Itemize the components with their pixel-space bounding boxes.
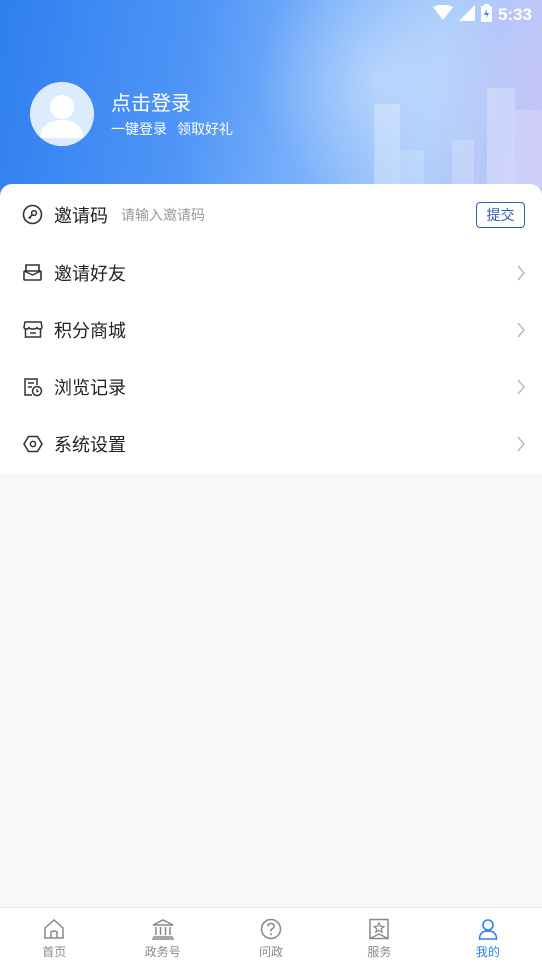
battery-icon	[480, 4, 492, 26]
menu-item-label: 邀请好友	[54, 263, 126, 285]
tab-home[interactable]: 首页	[0, 908, 108, 962]
chevron-right-icon	[516, 322, 526, 338]
status-icons: 5:33	[432, 4, 532, 26]
menu-item-points-mall[interactable]: 积分商城	[0, 301, 542, 358]
profile-header: 5:33 点击登录 一键登录 领取好礼	[0, 0, 542, 205]
settings-icon	[22, 433, 43, 454]
login-title[interactable]: 点击登录	[111, 87, 191, 116]
tab-label: 政务号	[144, 945, 181, 959]
tab-inquiry[interactable]: 问政	[217, 908, 325, 962]
menu-card: 邀请码 请输入邀请码 提交 邀请好友 积分商城 浏览记录 系统设置	[0, 184, 542, 474]
submit-button[interactable]: 提交	[476, 201, 525, 228]
history-icon	[22, 376, 43, 397]
login-sub-gift: 领取好礼	[177, 122, 233, 138]
menu-item-label: 系统设置	[54, 434, 126, 456]
chevron-right-icon	[516, 265, 526, 281]
chevron-right-icon	[516, 379, 526, 395]
shop-icon	[22, 319, 43, 340]
menu-item-label: 积分商城	[54, 320, 126, 342]
tab-label: 服务	[367, 945, 392, 959]
tab-mine[interactable]: 我的	[434, 908, 542, 962]
login-sub-one-click: 一键登录	[111, 122, 167, 138]
signal-icon	[458, 5, 475, 25]
key-icon	[22, 204, 43, 225]
tab-label: 首页	[42, 945, 67, 959]
invite-code-label: 邀请码	[54, 205, 108, 227]
screen: 5:33 点击登录 一键登录 领取好礼 邀请码 请输入邀请码 提交 邀请好友 积…	[0, 0, 542, 962]
avatar[interactable]	[30, 82, 94, 146]
government-icon	[150, 916, 176, 942]
invite-code-row: 邀请码 请输入邀请码 提交	[0, 186, 542, 243]
user-icon	[475, 916, 501, 942]
status-bar: 5:33	[0, 0, 542, 30]
menu-item-label: 浏览记录	[54, 377, 126, 399]
tab-label: 我的	[475, 945, 500, 959]
menu-item-invite-friends[interactable]: 邀请好友	[0, 244, 542, 301]
invite-code-input[interactable]: 请输入邀请码	[121, 205, 205, 225]
chevron-right-icon	[516, 436, 526, 452]
envelope-icon	[22, 262, 43, 283]
menu-item-browse-history[interactable]: 浏览记录	[0, 358, 542, 415]
status-time: 5:33	[497, 5, 532, 24]
service-icon	[366, 916, 392, 942]
login-subtitle[interactable]: 一键登录 领取好礼	[111, 119, 233, 139]
home-icon	[41, 916, 67, 942]
tab-label: 问政	[259, 945, 284, 959]
tab-service[interactable]: 服务	[325, 908, 433, 962]
user-avatar-icon	[30, 82, 94, 146]
bottom-tab-bar: 首页 政务号 问政 服务 我的	[0, 907, 542, 962]
wifi-icon	[432, 4, 453, 25]
question-icon	[258, 916, 284, 942]
tab-government[interactable]: 政务号	[108, 908, 216, 962]
menu-item-system-settings[interactable]: 系统设置	[0, 415, 542, 472]
